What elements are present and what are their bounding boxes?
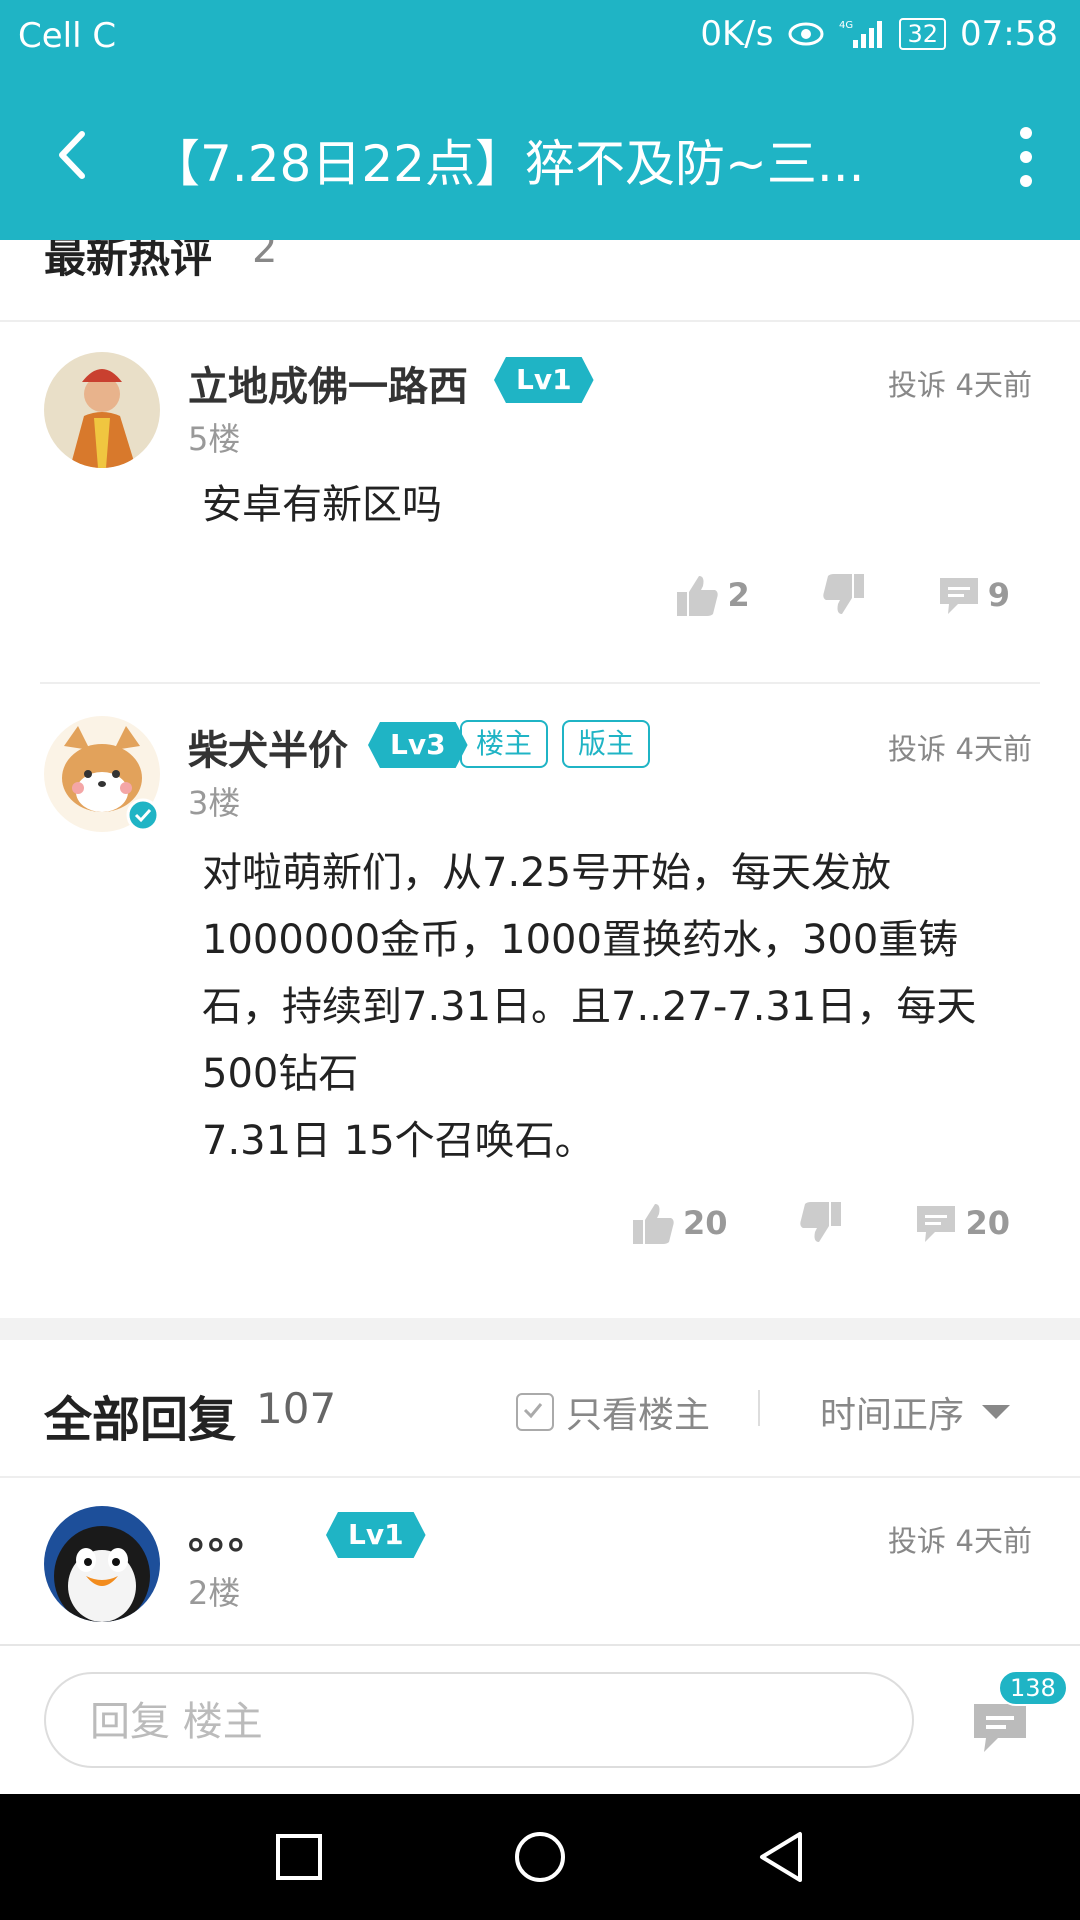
network-speed: 0K/s bbox=[700, 14, 774, 54]
floor-number: 5楼 bbox=[188, 420, 241, 458]
like-button[interactable]: 20 bbox=[631, 1200, 728, 1246]
svg-text:4G: 4G bbox=[839, 20, 853, 31]
hot-comments-title: 最新热评 bbox=[44, 240, 213, 282]
comment-actions: 20 20 bbox=[561, 1200, 1010, 1246]
eye-icon bbox=[788, 22, 824, 46]
all-replies-count: 107 bbox=[256, 1384, 337, 1433]
reply-button[interactable]: 20 bbox=[913, 1200, 1010, 1246]
report-link[interactable]: 投诉 bbox=[888, 1518, 946, 1560]
reply-button[interactable]: 9 bbox=[936, 572, 1010, 618]
chat-bubble-icon bbox=[939, 578, 978, 614]
sort-label: 时间正序 bbox=[820, 1395, 965, 1436]
moderator-tag: 版主 bbox=[562, 720, 651, 768]
back-triangle-icon[interactable] bbox=[756, 1830, 806, 1884]
report-link[interactable]: 投诉 bbox=[888, 362, 946, 404]
reply-bar: 回复 楼主 138 bbox=[0, 1644, 1080, 1796]
level-badge: Lv1 bbox=[494, 357, 594, 403]
level-badge: Lv1 bbox=[326, 1512, 426, 1558]
avatar[interactable] bbox=[44, 1506, 160, 1622]
thumbs-up-icon bbox=[677, 576, 719, 616]
section-gap bbox=[0, 1318, 1080, 1340]
checkbox-icon bbox=[516, 1393, 554, 1431]
hot-comments-header: 最新热评 2 bbox=[0, 240, 1080, 322]
username[interactable]: 。。。 bbox=[188, 1502, 268, 1560]
comment-time: 4天前 bbox=[955, 732, 1032, 766]
app-header: 【7.28日22点】猝不及防~三... bbox=[0, 72, 1080, 240]
separator bbox=[758, 1390, 760, 1426]
comment-time: 4天前 bbox=[955, 368, 1032, 402]
battery-icon: 32 bbox=[899, 18, 947, 50]
level-badge: Lv3 bbox=[368, 722, 468, 768]
clock: 07:58 bbox=[960, 14, 1058, 54]
comment-actions: 2 9 bbox=[605, 572, 1010, 618]
floor-number: 3楼 bbox=[188, 784, 241, 822]
comment-content: 对啦萌新们，从7.25号开始，每天发放 1000000金币，1000置换药水，3… bbox=[202, 850, 977, 1164]
username[interactable]: 立地成佛一路西 bbox=[188, 354, 468, 412]
like-button[interactable]: 2 bbox=[675, 572, 750, 618]
avatar[interactable] bbox=[44, 352, 160, 468]
like-count: 2 bbox=[727, 576, 750, 614]
dislike-button[interactable] bbox=[797, 1200, 843, 1246]
report-link[interactable]: 投诉 bbox=[888, 726, 946, 768]
recent-apps-icon[interactable] bbox=[274, 1832, 324, 1882]
post-title: 【7.28日22点】猝不及防~三... bbox=[150, 135, 865, 193]
signal-icon: 4G bbox=[839, 20, 883, 48]
comment-item: 立地成佛一路西 Lv1 投诉 4天前 5楼 安卓有新区吗 2 9 bbox=[0, 322, 1080, 682]
only-op-toggle[interactable]: 只看楼主 bbox=[516, 1386, 710, 1438]
reply-count: 9 bbox=[987, 576, 1010, 614]
message-count-badge: 138 bbox=[998, 1670, 1068, 1706]
messages-icon[interactable] bbox=[970, 1700, 1030, 1756]
comment-time: 4天前 bbox=[955, 1524, 1032, 1558]
system-nav-bar bbox=[0, 1794, 1080, 1920]
sort-dropdown[interactable]: 时间正序 bbox=[820, 1386, 1011, 1438]
all-replies-title: 全部回复 bbox=[44, 1392, 237, 1448]
thumbs-down-icon bbox=[823, 574, 864, 614]
carrier-label: Cell C bbox=[18, 16, 117, 56]
dropdown-arrow-icon bbox=[982, 1405, 1011, 1419]
status-bar: Cell C 0K/s 4G 32 07:58 bbox=[0, 0, 1080, 72]
verified-icon bbox=[126, 798, 160, 832]
home-icon[interactable] bbox=[513, 1830, 567, 1884]
dislike-button[interactable] bbox=[820, 572, 866, 618]
op-tag: 楼主 bbox=[460, 720, 549, 768]
reply-count: 20 bbox=[965, 1204, 1010, 1242]
floor-number: 2楼 bbox=[188, 1574, 241, 1612]
like-count: 20 bbox=[682, 1204, 728, 1242]
comment-item: 。。。 Lv1 投诉 4天前 2楼 bbox=[0, 1478, 1080, 1644]
back-arrow-icon[interactable] bbox=[40, 120, 110, 190]
chat-bubble-icon bbox=[917, 1206, 956, 1242]
thumbs-up-icon bbox=[632, 1204, 674, 1244]
hot-comments-count: 2 bbox=[252, 240, 278, 272]
only-op-label: 只看楼主 bbox=[566, 1395, 711, 1436]
all-replies-header: 全部回复 107 只看楼主 时间正序 bbox=[0, 1340, 1080, 1478]
more-menu-icon[interactable] bbox=[1014, 127, 1038, 187]
reply-input[interactable]: 回复 楼主 bbox=[44, 1672, 914, 1768]
thumbs-down-icon bbox=[800, 1202, 842, 1242]
comment-item: 柴犬半价 Lv3 楼主 版主 投诉 4天前 3楼 对啦萌新们，从7.25号开始，… bbox=[0, 684, 1080, 1318]
comment-content: 安卓有新区吗 bbox=[202, 482, 442, 528]
username[interactable]: 柴犬半价 bbox=[188, 718, 348, 776]
